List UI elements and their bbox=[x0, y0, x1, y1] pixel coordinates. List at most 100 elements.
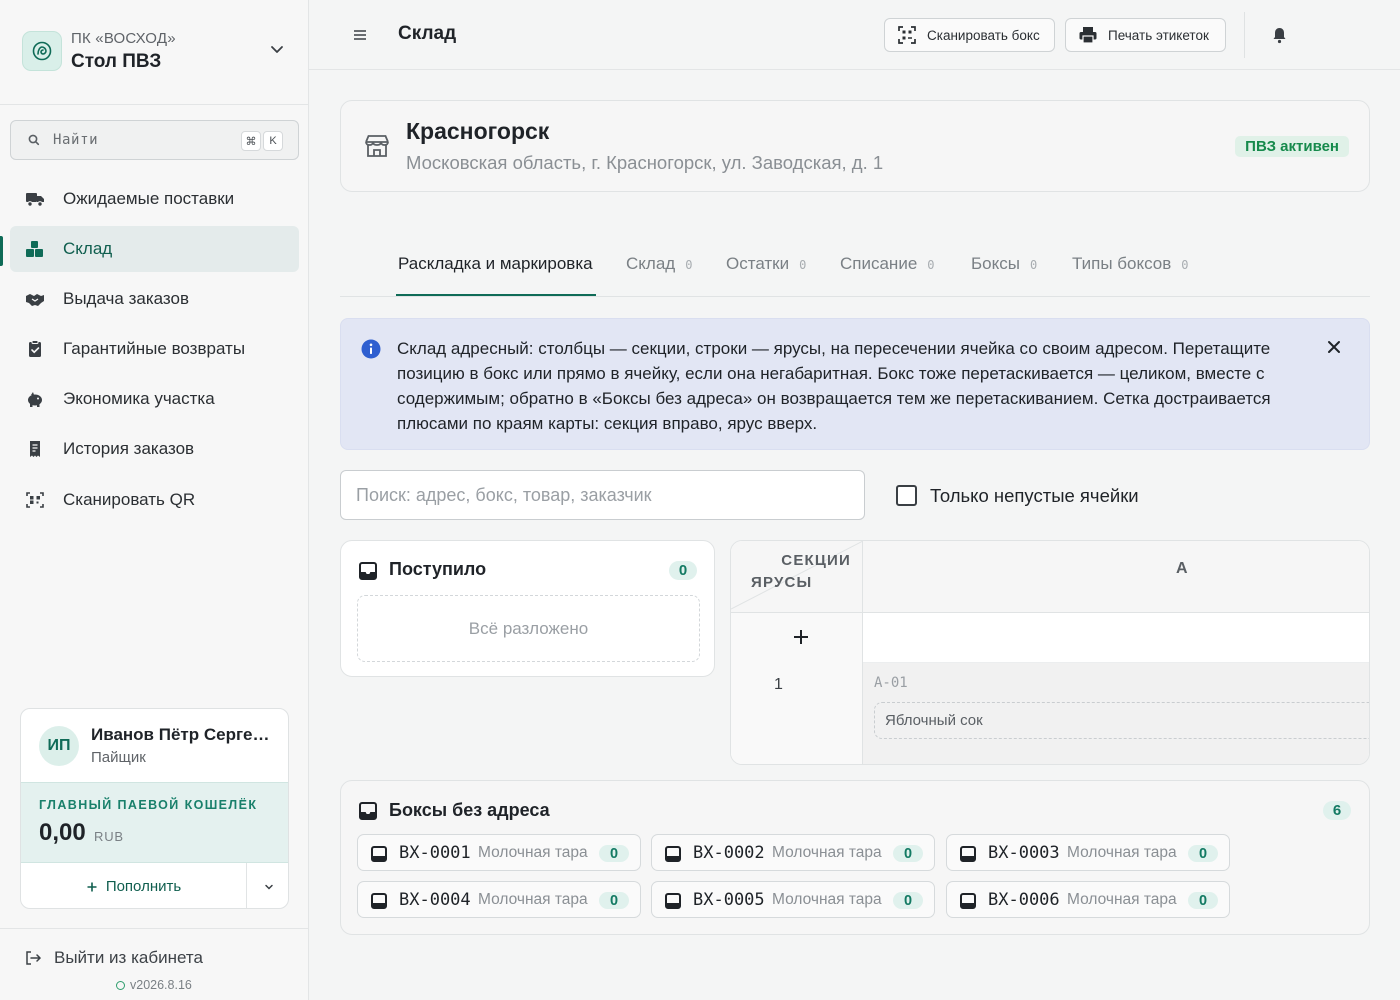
sidebar-item-economics[interactable]: Экономика участка bbox=[10, 376, 299, 422]
wallet-amount: 0,00 bbox=[39, 819, 86, 846]
box-chip[interactable]: BX-0006 Молочная тара 0 bbox=[946, 881, 1230, 918]
tab-label: Типы боксов bbox=[1072, 254, 1172, 273]
sections-label: СЕКЦИИ bbox=[781, 552, 851, 569]
section-name: A bbox=[1176, 560, 1188, 577]
status-dot-icon bbox=[116, 980, 125, 990]
tab-label: Склад bbox=[626, 254, 676, 273]
tab-label: Раскладка и маркировка bbox=[398, 254, 593, 273]
tiers-label: ЯРУСЫ bbox=[751, 574, 813, 591]
box-chip[interactable]: BX-0001 Молочная тара 0 bbox=[357, 834, 641, 871]
org-name: ПК «ВОСХОД» bbox=[71, 30, 176, 47]
topup-button[interactable]: Пополнить bbox=[21, 863, 246, 908]
topup-more-button[interactable] bbox=[246, 863, 288, 908]
store-name: Красногорск bbox=[406, 118, 550, 144]
close-icon[interactable] bbox=[1325, 338, 1343, 356]
tab-layout-marking[interactable]: Раскладка и маркировка bbox=[398, 254, 593, 274]
sidebar-item-scan-qr[interactable]: Сканировать QR bbox=[10, 477, 299, 523]
box-id: BX-0002 bbox=[693, 843, 765, 863]
box-icon bbox=[665, 893, 681, 909]
divider bbox=[0, 928, 308, 929]
plus-icon bbox=[87, 882, 97, 891]
sidebar-item-order-history[interactable]: История заказов bbox=[10, 426, 299, 472]
tab-count: 0 bbox=[685, 258, 693, 272]
scan-box-button[interactable]: Сканировать бокс bbox=[884, 18, 1055, 52]
box-id: BX-0005 bbox=[693, 890, 765, 910]
receipt-icon bbox=[30, 441, 40, 457]
cell-item[interactable]: Яблочный сок bbox=[874, 702, 1369, 739]
box-icon bbox=[371, 846, 387, 862]
truck-icon bbox=[26, 193, 44, 207]
sidebar-item-warehouse[interactable]: Склад bbox=[10, 226, 299, 272]
add-tier-row[interactable] bbox=[863, 613, 1369, 663]
incoming-count-badge: 0 bbox=[669, 561, 697, 580]
tab-label: Списание bbox=[840, 254, 918, 273]
user-card: ИП Иванов Пётр Сергеевич Пайщик ГЛАВНЫЙ … bbox=[20, 708, 289, 909]
box-icon bbox=[371, 893, 387, 909]
page-title: Склад bbox=[398, 23, 457, 44]
box-count: 0 bbox=[893, 892, 923, 909]
tab-box-types[interactable]: Типы боксов 0 bbox=[1072, 254, 1189, 274]
sidebar-item-order-pickup[interactable]: Выдача заказов bbox=[10, 276, 299, 322]
box-chip[interactable]: BX-0005 Молочная тара 0 bbox=[651, 881, 935, 918]
logout-label: Выйти из кабинета bbox=[54, 948, 203, 967]
grid-cell[interactable]: A-01 Яблочный сок bbox=[863, 663, 1369, 764]
logout-button[interactable]: Выйти из кабинета bbox=[24, 947, 203, 969]
warehouse-search-input[interactable] bbox=[340, 470, 865, 520]
brand-switcher[interactable]: ПК «ВОСХОД» Стол ПВЗ bbox=[0, 0, 308, 105]
box-count: 0 bbox=[599, 845, 629, 862]
kbd-k: K bbox=[263, 131, 283, 151]
theme-toggle-icon[interactable] bbox=[1325, 21, 1353, 49]
box-icon bbox=[960, 846, 976, 862]
section-column-header: A bbox=[863, 541, 1369, 613]
scan-box-label: Сканировать бокс bbox=[927, 27, 1040, 43]
tab-boxes[interactable]: Боксы 0 bbox=[971, 254, 1037, 274]
incoming-panel: Поступило 0 Всё разложено bbox=[340, 540, 715, 677]
bell-icon[interactable] bbox=[1271, 26, 1288, 44]
sidebar-item-label: Ожидаемые поставки bbox=[63, 189, 235, 208]
clipboard-check-icon bbox=[29, 340, 41, 357]
box-id: BX-0001 bbox=[399, 843, 471, 863]
menu-icon[interactable] bbox=[351, 26, 369, 44]
search-label: Найти bbox=[53, 132, 99, 148]
sidebar-item-label: Склад bbox=[63, 239, 113, 258]
piggy-bank-icon bbox=[28, 392, 42, 407]
nonempty-cells-checkbox[interactable] bbox=[896, 485, 917, 506]
pickup-point-card: Красногорск Московская область, г. Красн… bbox=[340, 100, 1370, 192]
tab-warehouse[interactable]: Склад 0 bbox=[626, 254, 692, 274]
barcode-scan-icon bbox=[898, 26, 916, 44]
wallet-currency: RUB bbox=[94, 829, 124, 844]
sidebar-search[interactable]: Найти ⌘ K bbox=[10, 120, 299, 160]
inbox-icon bbox=[359, 802, 377, 820]
nonempty-cells-label: Только непустые ячейки bbox=[930, 485, 1139, 506]
sidebar-item-label: Гарантийные возвраты bbox=[63, 339, 246, 358]
wallet-title: ГЛАВНЫЙ ПАЕВОЙ КОШЕЛЁК bbox=[39, 798, 258, 812]
cell-address: A-01 bbox=[874, 675, 908, 691]
box-chip[interactable]: BX-0002 Молочная тара 0 bbox=[651, 834, 935, 871]
box-type: Молочная тара bbox=[478, 891, 588, 908]
print-labels-button[interactable]: Печать этикеток bbox=[1065, 18, 1226, 52]
sidebar-item-label: История заказов bbox=[63, 439, 195, 458]
tab-writeoff[interactable]: Списание 0 bbox=[840, 254, 935, 274]
sidebar-item-label: Экономика участка bbox=[63, 389, 215, 408]
box-chip[interactable]: BX-0003 Молочная тара 0 bbox=[946, 834, 1230, 871]
tab-stock[interactable]: Остатки 0 bbox=[726, 254, 806, 274]
box-chip[interactable]: BX-0004 Молочная тара 0 bbox=[357, 881, 641, 918]
info-banner: Склад адресный: столбцы — секции, строки… bbox=[340, 318, 1370, 450]
warehouse-grid: СЕКЦИИ ЯРУСЫ A 1 A-01 Яблочный сок bbox=[730, 540, 1370, 765]
version-label: v2026.8.16 bbox=[130, 978, 192, 992]
sidebar-item-warranty-returns[interactable]: Гарантийные возвраты bbox=[10, 326, 299, 372]
sidebar-item-expected-deliveries[interactable]: Ожидаемые поставки bbox=[10, 176, 299, 222]
tab-count: 0 bbox=[1181, 258, 1189, 272]
box-icon bbox=[665, 846, 681, 862]
inbox-icon bbox=[359, 562, 377, 580]
workspace-name: Стол ПВЗ bbox=[71, 51, 162, 72]
box-type: Молочная тара bbox=[1067, 891, 1177, 908]
add-tier-icon[interactable] bbox=[789, 625, 813, 649]
boxes-icon bbox=[26, 241, 43, 257]
boxes-count-badge: 6 bbox=[1323, 801, 1351, 820]
qr-scan-icon bbox=[26, 492, 44, 508]
top-header: Склад Сканировать бокс Печать этикеток bbox=[309, 0, 1400, 70]
sidebar-item-label: Выдача заказов bbox=[63, 289, 190, 308]
brand-logo-icon bbox=[22, 31, 62, 71]
chevron-down-icon bbox=[264, 884, 273, 890]
